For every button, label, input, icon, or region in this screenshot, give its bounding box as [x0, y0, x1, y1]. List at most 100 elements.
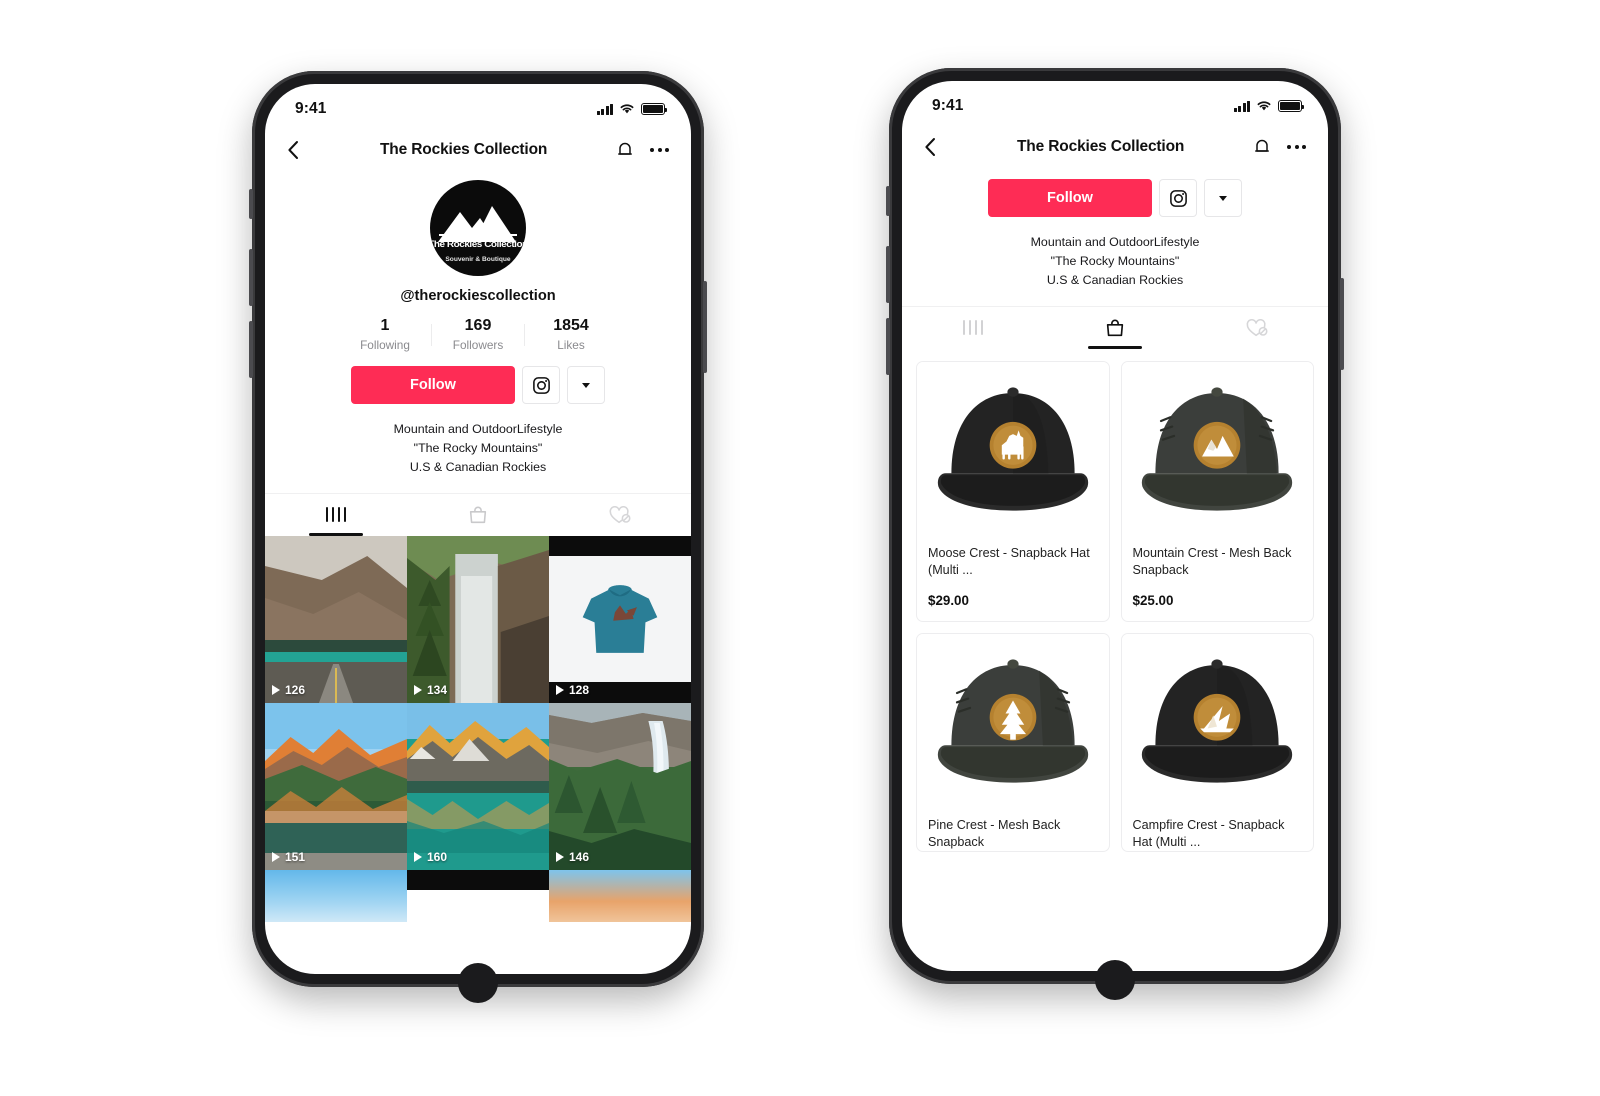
view-count: 126	[272, 683, 305, 697]
video-tile[interactable]: 151	[265, 702, 407, 870]
product-title: Campfire Crest - Snapback Hat (Multi ...	[1132, 817, 1285, 849]
product-card[interactable]: Moose Crest - Snapback Hat (Multi ... $2…	[916, 360, 1110, 622]
silent-switch[interactable]	[249, 189, 253, 219]
nav-actions	[616, 140, 669, 160]
wifi-icon	[1257, 101, 1271, 111]
stat-likes[interactable]: 1854 Likes	[525, 317, 617, 352]
instagram-icon	[532, 376, 550, 394]
video-tile-partial[interactable]	[265, 869, 407, 922]
chevron-left-icon	[925, 138, 935, 156]
silent-switch[interactable]	[886, 186, 890, 216]
tile-artwork	[265, 702, 407, 870]
more-dots-icon[interactable]	[1287, 145, 1306, 149]
avatar[interactable]: The Rockies Collection Souvenir & Boutiq…	[430, 180, 526, 276]
tab-shop[interactable]	[407, 494, 549, 536]
video-tile[interactable]: 126	[265, 535, 407, 703]
logo-title: The Rockies Collection	[430, 239, 526, 250]
video-tile-partial[interactable]	[407, 869, 549, 922]
stat-following[interactable]: 1 Following	[339, 317, 431, 352]
logo-divider	[439, 234, 517, 236]
stat-value: 1854	[553, 317, 589, 334]
power-button[interactable]	[703, 281, 707, 373]
stat-followers[interactable]: 169 Followers	[432, 317, 524, 352]
phone-screen-shop: 9:41 The Rockies Collection Follow Mount…	[902, 81, 1328, 971]
stat-label: Followers	[452, 338, 504, 352]
play-icon	[272, 851, 280, 862]
status-bar: 9:41	[265, 84, 691, 128]
video-tile[interactable]: 134	[407, 535, 549, 703]
back-button[interactable]	[924, 137, 948, 157]
logo-subtitle: Souvenir & Boutique	[445, 256, 511, 263]
tile-artwork	[265, 535, 407, 703]
more-dots-icon[interactable]	[650, 148, 669, 152]
product-price: $25.00	[1132, 592, 1174, 608]
back-button[interactable]	[287, 140, 311, 160]
product-card[interactable]: Campfire Crest - Snapback Hat (Multi ...	[1120, 632, 1314, 853]
view-count: 146	[556, 850, 589, 864]
product-image	[1121, 361, 1313, 537]
profile-header: The Rockies Collection Souvenir & Boutiq…	[265, 172, 691, 477]
stat-label: Likes	[557, 338, 585, 352]
video-tile[interactable]: 146	[549, 702, 691, 870]
video-tile-product[interactable]: 128	[549, 535, 691, 703]
heart-private-icon	[1246, 318, 1268, 336]
tab-liked[interactable]	[549, 494, 691, 536]
nav-actions	[1253, 137, 1306, 157]
product-card[interactable]: Mountain Crest - Mesh Back Snapback $25.…	[1120, 360, 1314, 622]
nav-bar: The Rockies Collection	[902, 125, 1328, 169]
status-time: 9:41	[295, 100, 327, 117]
more-options-button[interactable]	[567, 366, 605, 404]
stat-label: Following	[360, 338, 410, 352]
profile-header-compact: Follow Mountain and OutdoorLifestyle "Th…	[902, 169, 1328, 290]
grid-icon	[962, 320, 984, 336]
play-icon	[556, 684, 564, 695]
volume-down-button[interactable]	[249, 321, 253, 378]
tab-liked[interactable]	[1186, 307, 1328, 349]
profile-tabs	[902, 305, 1328, 349]
bio-line: Mountain and OutdoorLifestyle	[1030, 235, 1200, 249]
play-icon	[556, 851, 564, 862]
profile-bio: Mountain and OutdoorLifestyle "The Rocky…	[902, 233, 1328, 290]
tile-artwork	[549, 702, 691, 870]
phone-mockup-left: 9:41 The Rockies Collection The Rockies …	[249, 71, 707, 1003]
instagram-link-button[interactable]	[522, 366, 560, 404]
cellular-signal-icon	[1233, 100, 1250, 112]
product-card[interactable]: Pine Crest - Mesh Back Snapback	[916, 632, 1110, 853]
product-title: Pine Crest - Mesh Back Snapback	[928, 817, 1061, 849]
home-indicator-bubble	[1095, 960, 1135, 1000]
product-grid: Moose Crest - Snapback Hat (Multi ... $2…	[916, 360, 1314, 853]
video-tile[interactable]: 160	[407, 702, 549, 870]
profile-handle: @therockiescollection	[400, 288, 556, 304]
follow-button[interactable]: Follow	[351, 366, 515, 404]
bell-icon[interactable]	[1253, 137, 1271, 157]
snapback-hat-icon	[1142, 387, 1293, 511]
shop-section: Moose Crest - Snapback Hat (Multi ... $2…	[902, 348, 1328, 853]
volume-up-button[interactable]	[886, 246, 890, 303]
grid-icon	[325, 507, 347, 523]
product-price: $29.00	[928, 592, 969, 608]
bio-line: "The Rocky Mountains"	[413, 440, 543, 455]
instagram-link-button[interactable]	[1159, 179, 1197, 217]
more-options-button[interactable]	[1204, 179, 1242, 217]
volume-up-button[interactable]	[249, 249, 253, 306]
power-button[interactable]	[1340, 278, 1344, 370]
play-icon	[414, 851, 422, 862]
shopping-bag-icon	[469, 506, 487, 523]
status-icons	[1233, 100, 1305, 112]
tab-shop[interactable]	[1044, 307, 1186, 349]
bell-icon[interactable]	[616, 140, 634, 160]
wifi-icon	[620, 104, 634, 114]
volume-down-button[interactable]	[886, 318, 890, 375]
tab-underline	[1088, 346, 1142, 349]
bio-line: U.S & Canadian Rockies	[1046, 272, 1184, 287]
battery-icon	[1278, 100, 1305, 112]
video-tile-partial[interactable]	[549, 869, 691, 922]
play-icon	[272, 684, 280, 695]
profile-actions: Follow	[265, 366, 691, 404]
tab-videos[interactable]	[902, 307, 1044, 349]
follow-button[interactable]: Follow	[988, 179, 1152, 217]
screenshot-canvas: 9:41 The Rockies Collection The Rockies …	[0, 0, 1600, 1096]
page-title: The Rockies Collection	[379, 141, 548, 158]
tab-videos[interactable]	[265, 494, 407, 536]
view-count: 151	[272, 850, 305, 864]
